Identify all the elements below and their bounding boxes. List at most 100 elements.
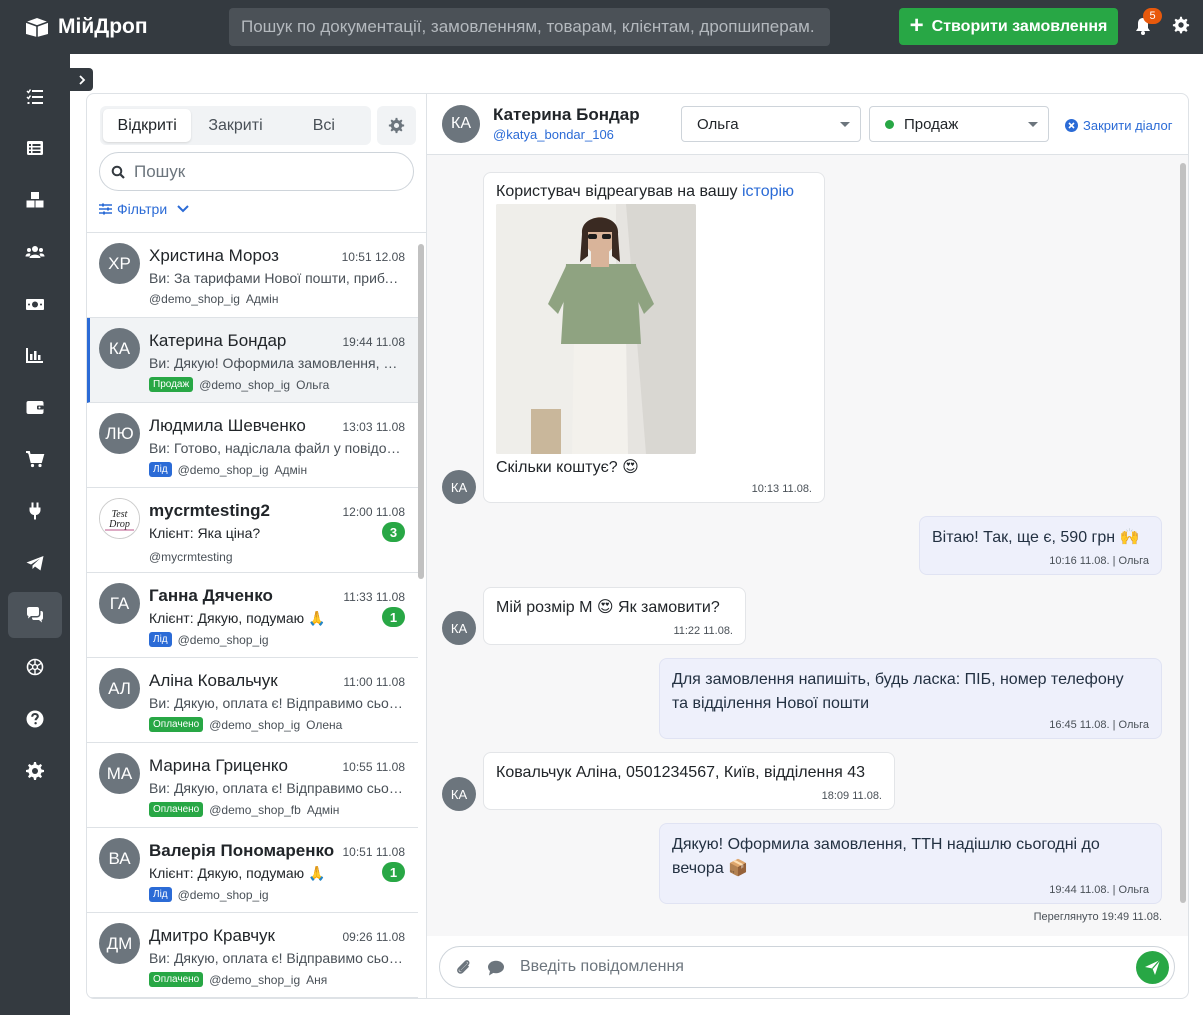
status-badge: Продаж [149, 377, 194, 392]
create-order-button[interactable]: + Створити замовлення [899, 8, 1118, 45]
chart-icon[interactable] [8, 332, 62, 378]
tab-closed[interactable]: Закриті [191, 109, 279, 142]
status-badge: Лід [149, 887, 172, 902]
message-time: 09:26 11.08 [342, 930, 405, 944]
plug-icon[interactable] [8, 488, 62, 534]
chat-panel: КА Катерина Бондар @katya_bondar_106 Оль… [426, 93, 1189, 999]
manager-select[interactable]: Ольга [681, 106, 861, 142]
ai-icon[interactable] [8, 644, 62, 690]
message-text: Вітаю! Так, ще є, 590 грн 🙌 [932, 529, 1140, 546]
conversation-search-input[interactable]: Пошук [99, 152, 414, 191]
conversation-item-active[interactable]: КА Катерина Бондар 19:44 11.08 Ви: Дякую… [87, 318, 418, 403]
avatar: ХР [99, 243, 140, 284]
wallet-icon[interactable] [8, 384, 62, 430]
conversation-item[interactable]: МА Марина Гриценко 10:55 11.08 Ви: Дякую… [87, 743, 418, 828]
message-preview: Клієнт: Дякую, подумаю 🙏 [149, 610, 326, 626]
help-icon[interactable] [8, 696, 62, 742]
contact-name: Людмила Шевченко [149, 416, 306, 435]
settings-icon[interactable] [8, 748, 62, 794]
status-select[interactable]: Продаж [869, 106, 1049, 142]
conversation-item[interactable]: ДМ Дмитро Кравчук 09:26 11.08 Ви: Дякую,… [87, 913, 418, 998]
thread-scrollbar[interactable] [1180, 163, 1186, 903]
contact-name: Дмитро Кравчук [149, 926, 275, 945]
conversation-item[interactable]: ВА Валерія Пономаренко 10:51 11.08 Клієн… [87, 828, 418, 913]
brand[interactable]: МійДроп [0, 15, 229, 39]
avatar: КА [99, 328, 140, 369]
outgoing-message: Дякую! Оформила замовлення, ТТН надішлю … [659, 823, 1162, 904]
chevron-right-icon [78, 74, 85, 85]
shop-handle: @mycrmtesting [149, 550, 233, 564]
send-button[interactable] [1136, 951, 1169, 984]
manager-select-value: Ольга [697, 115, 739, 133]
tab-open[interactable]: Відкриті [103, 109, 192, 142]
status-badge: Оплачено [149, 802, 204, 817]
message-input[interactable]: Введіть повідомлення [520, 958, 684, 976]
avatar: ВА [99, 838, 140, 879]
box-logo-icon [25, 18, 49, 37]
conversation-item[interactable]: Test Drop mycrmtesting2 12:00 11.08 Клієн… [87, 488, 418, 573]
conversation-meta: Продаж @demo_shop_ig Ольга [149, 377, 329, 392]
chat-icon[interactable] [8, 592, 62, 638]
conversation-item[interactable]: ЛЮ Людмила Шевченко 13:03 11.08 Ви: Гото… [87, 403, 418, 488]
message-text: Ковальчук Аліна, 0501234567, Київ, відді… [496, 764, 866, 781]
list-scrollbar[interactable] [418, 244, 424, 579]
message-time: 13:03 11.08 [342, 420, 405, 434]
avatar: ГА [99, 583, 140, 624]
conversation-meta: @mycrmtesting [149, 550, 233, 564]
shop-handle: @demo_shop_ig [149, 292, 240, 306]
message-time: 10:51 11.08 [342, 845, 405, 859]
status-select-value: Продаж [904, 115, 959, 133]
boxes-icon[interactable] [8, 177, 62, 223]
message-thread: Користувач відреагував на вашу історію С… [427, 155, 1188, 936]
sidebar-toggle-button[interactable] [70, 68, 93, 91]
message-time: 10:16 11.08. | Ольга [1049, 555, 1149, 567]
manager-name: Олена [306, 717, 343, 732]
message-preview: Клієнт: Яка ціна? [149, 525, 261, 541]
story-reaction-text: Користувач відреагував на вашу історію [496, 180, 794, 204]
paperclip-icon[interactable] [454, 958, 472, 976]
comment-icon[interactable] [487, 959, 505, 977]
avatar: МА [99, 753, 140, 794]
story-image[interactable] [496, 204, 696, 454]
contact-name: Ганна Дяченко [149, 586, 273, 605]
conversation-item[interactable]: АЛ Аліна Ковальчук 11:00 11.08 Ви: Дякую… [87, 658, 418, 743]
avatar: АЛ [99, 668, 140, 709]
manager-name: Адмін [306, 802, 340, 817]
close-circle-icon [1065, 119, 1078, 132]
status-badge: Лід [149, 462, 172, 477]
contact-handle-link[interactable]: @katya_bondar_106 [493, 127, 614, 142]
brand-name: МійДроп [58, 15, 148, 38]
shop-handle: @demo_shop_fb [209, 802, 301, 817]
shop-handle: @demo_shop_ig [209, 972, 301, 987]
message-time: 19:44 11.08 [342, 335, 405, 349]
message-preview: Ви: Готово, надіслала файл у повідомленн… [149, 440, 404, 456]
global-search-input[interactable]: Пошук по документації, замовленням, това… [229, 8, 830, 46]
conversation-item[interactable]: ХР Христина Мороз 10:51 12.08 Ви: За тар… [87, 233, 418, 318]
money-icon[interactable] [8, 281, 62, 327]
manager-name: Аня [306, 972, 328, 987]
avatar: КА [442, 611, 476, 645]
tasks-icon[interactable] [8, 74, 62, 120]
contact-name: Христина Мороз [149, 246, 279, 265]
close-dialog-button[interactable]: Закрити діалог [1065, 118, 1173, 133]
story-link[interactable]: історію [742, 183, 794, 200]
filters-toggle[interactable]: Фільтри [99, 201, 190, 217]
incoming-message: Мій розмір М 😍 Як замовити? 11:22 11.08. [483, 587, 746, 645]
list-icon[interactable] [8, 125, 62, 171]
telegram-icon[interactable] [8, 540, 62, 586]
avatar: КА [442, 470, 476, 504]
message-preview: Ви: Дякую, оплата є! Відправимо сьогодні [149, 695, 404, 711]
filters-label: Фільтри [117, 201, 168, 217]
tab-all[interactable]: Всі [280, 109, 368, 142]
conversation-meta: Оплачено @demo_shop_ig Аня [149, 972, 327, 987]
contact-name: Валерія Пономаренко [149, 841, 335, 860]
seen-status: Переглянуто 19:49 11.08. [1033, 911, 1162, 923]
conversation-meta: Оплачено @demo_shop_ig Олена [149, 717, 342, 732]
users-icon[interactable] [8, 229, 62, 275]
status-badge: Оплачено [149, 717, 204, 732]
cart-icon[interactable] [8, 436, 62, 482]
list-settings-button[interactable] [377, 106, 416, 145]
gear-icon[interactable] [1172, 16, 1190, 34]
conversation-item[interactable]: ГА Ганна Дяченко 11:33 11.08 Клієнт: Дяк… [87, 573, 418, 658]
conversation-meta: Оплачено @demo_shop_fb Адмін [149, 802, 339, 817]
